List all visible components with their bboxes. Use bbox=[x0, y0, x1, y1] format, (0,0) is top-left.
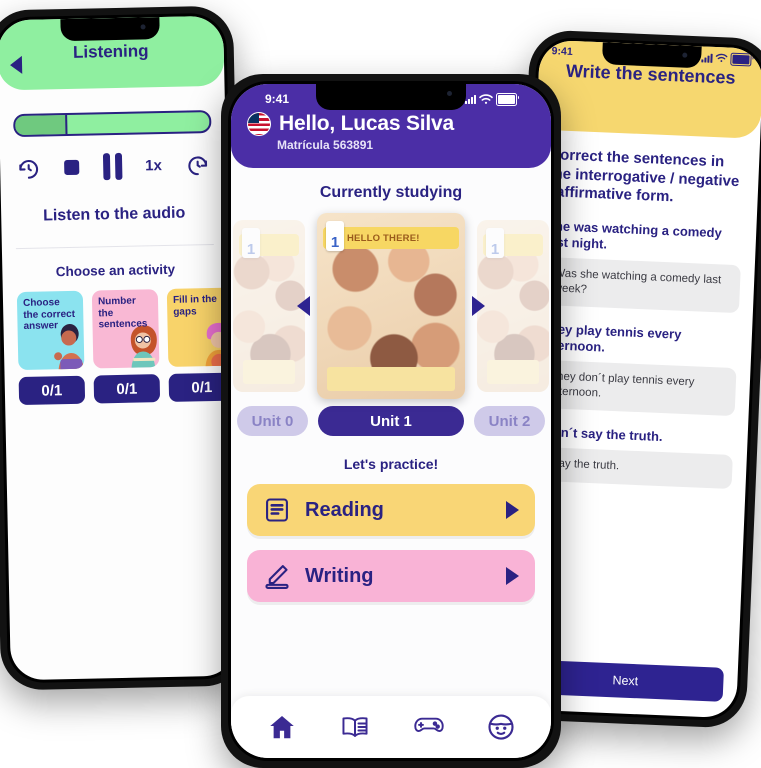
status-bar: 9:41 bbox=[247, 86, 535, 112]
activity-score: 0/1 bbox=[18, 375, 86, 406]
forward-15-icon[interactable] bbox=[185, 152, 211, 178]
playback-speed-label[interactable]: 1x bbox=[145, 157, 162, 174]
stop-icon[interactable] bbox=[64, 159, 80, 176]
book-icon[interactable] bbox=[340, 712, 370, 742]
status-indicators bbox=[701, 51, 752, 66]
front-camera-icon bbox=[140, 24, 147, 30]
chevron-right-icon bbox=[506, 567, 519, 585]
cellular-bars-icon bbox=[465, 94, 476, 104]
gamepad-icon[interactable] bbox=[413, 712, 444, 742]
notch bbox=[60, 17, 161, 42]
avatar-face-icon[interactable] bbox=[486, 712, 516, 742]
write-header: 9:41 Write the sentences bbox=[536, 39, 761, 139]
unit-carousel: 1 HELLO THERE! 1 1 bbox=[231, 212, 551, 400]
question-prompt: She was watching a comedy last night. bbox=[545, 217, 723, 252]
activity-card[interactable]: Choose the correct answer bbox=[16, 290, 85, 371]
mockup-stage: Listening 1x Listen to the audio Choose … bbox=[0, 0, 761, 768]
writing-label: Writing bbox=[305, 564, 374, 587]
question-prompt: They play tennis every afternoon. bbox=[541, 320, 682, 355]
currently-studying-label: Currently studying bbox=[319, 184, 463, 201]
home-body: Currently studying 1 HELLO THERE! 1 1 Un… bbox=[231, 168, 551, 758]
activity-score: 0/1 bbox=[93, 374, 161, 404]
bottom-tab-bar bbox=[231, 696, 551, 758]
wifi-icon bbox=[479, 93, 493, 104]
listening-screen: Listening 1x Listen to the audio Choose … bbox=[0, 15, 237, 681]
cellular-bars-icon bbox=[701, 53, 713, 63]
home-screen: 9:41 Hello, Lucas Silva Matrícula 563891… bbox=[231, 84, 551, 758]
carousel-cover-prev[interactable]: 1 bbox=[233, 220, 305, 392]
activity-label: Choose the correct answer bbox=[22, 297, 76, 332]
activity-label: Fill in the gaps bbox=[172, 293, 218, 318]
document-lines-icon bbox=[266, 498, 288, 522]
rewind-15-icon[interactable] bbox=[16, 156, 42, 182]
activity-item[interactable]: Number the sentences 0/1 bbox=[91, 289, 161, 404]
home-header: 9:41 Hello, Lucas Silva Matrícula 563891 bbox=[231, 84, 551, 168]
activity-list: Choose the correct answer 0/1 Number the… bbox=[16, 287, 236, 406]
status-time: 9:41 bbox=[551, 45, 573, 58]
cover-footer-band bbox=[327, 367, 455, 391]
activity-label: Number the sentences bbox=[97, 295, 148, 331]
pencil-icon bbox=[265, 565, 289, 589]
pause-icon[interactable] bbox=[102, 152, 123, 181]
chevron-right-icon bbox=[506, 501, 519, 519]
divider bbox=[15, 243, 214, 250]
question-prompt: I don´t say the truth. bbox=[537, 423, 663, 445]
activity-item[interactable]: Choose the correct answer 0/1 bbox=[16, 290, 86, 406]
carousel-cover-next[interactable]: 1 bbox=[477, 220, 549, 392]
listening-title: Listening bbox=[72, 41, 149, 62]
audio-progress-slider[interactable] bbox=[13, 109, 212, 138]
carousel-cover-current[interactable]: HELLO THERE! 1 bbox=[317, 213, 465, 399]
answer-input[interactable]: Was she watching a comedy last week? bbox=[543, 256, 741, 314]
audio-progress-fill bbox=[15, 114, 68, 136]
listen-instruction: Listen to the audio bbox=[42, 204, 186, 225]
activity-card[interactable]: Number the sentences bbox=[91, 289, 160, 369]
reading-button[interactable]: Reading bbox=[247, 484, 535, 536]
phone-center-home: 9:41 Hello, Lucas Silva Matrícula 563891… bbox=[221, 74, 561, 768]
unit-tab-next[interactable]: Unit 2 bbox=[473, 406, 545, 436]
home-icon[interactable] bbox=[267, 712, 297, 742]
phone-bezel: Listening 1x Listen to the audio Choose … bbox=[0, 12, 240, 684]
status-time: 9:41 bbox=[265, 92, 290, 106]
listening-body: 1x Listen to the audio Choose an activit… bbox=[0, 86, 237, 681]
audio-player-controls: 1x bbox=[14, 151, 213, 182]
carousel-prev-arrow-icon[interactable] bbox=[297, 296, 310, 316]
status-indicators bbox=[465, 92, 519, 106]
battery-icon bbox=[730, 52, 752, 66]
practice-label: Let's practice! bbox=[343, 456, 439, 472]
greeting-text: Hello, Lucas Silva bbox=[279, 112, 454, 135]
cover-unit-badge: 1 bbox=[326, 221, 344, 251]
answer-input[interactable]: They don´t play tennis every afternoon. bbox=[538, 360, 737, 417]
carousel-next-arrow-icon[interactable] bbox=[472, 296, 485, 316]
us-flag-icon[interactable] bbox=[247, 112, 271, 136]
enrollment-number: Matrícula 563891 bbox=[277, 138, 374, 152]
wifi-icon bbox=[715, 53, 728, 62]
write-instruction: Correct the sentences in the interrogati… bbox=[547, 146, 740, 206]
phone-left-listening: Listening 1x Listen to the audio Choose … bbox=[0, 5, 248, 691]
unit-tab-active[interactable]: Unit 1 bbox=[318, 406, 464, 436]
writing-button[interactable]: Writing bbox=[247, 550, 535, 602]
unit-tab-prev[interactable]: Unit 0 bbox=[237, 406, 309, 436]
answer-input[interactable]: I say the truth. bbox=[535, 446, 733, 490]
unit-tab-list: Unit 0 Unit 1 Unit 2 bbox=[231, 406, 551, 436]
battery-icon bbox=[496, 92, 519, 106]
choose-activity-label: Choose an activity bbox=[55, 261, 176, 280]
reading-label: Reading bbox=[305, 498, 384, 521]
greeting-row: Hello, Lucas Silva bbox=[247, 112, 535, 136]
phone-bezel: 9:41 Hello, Lucas Silva Matrícula 563891… bbox=[228, 81, 554, 761]
